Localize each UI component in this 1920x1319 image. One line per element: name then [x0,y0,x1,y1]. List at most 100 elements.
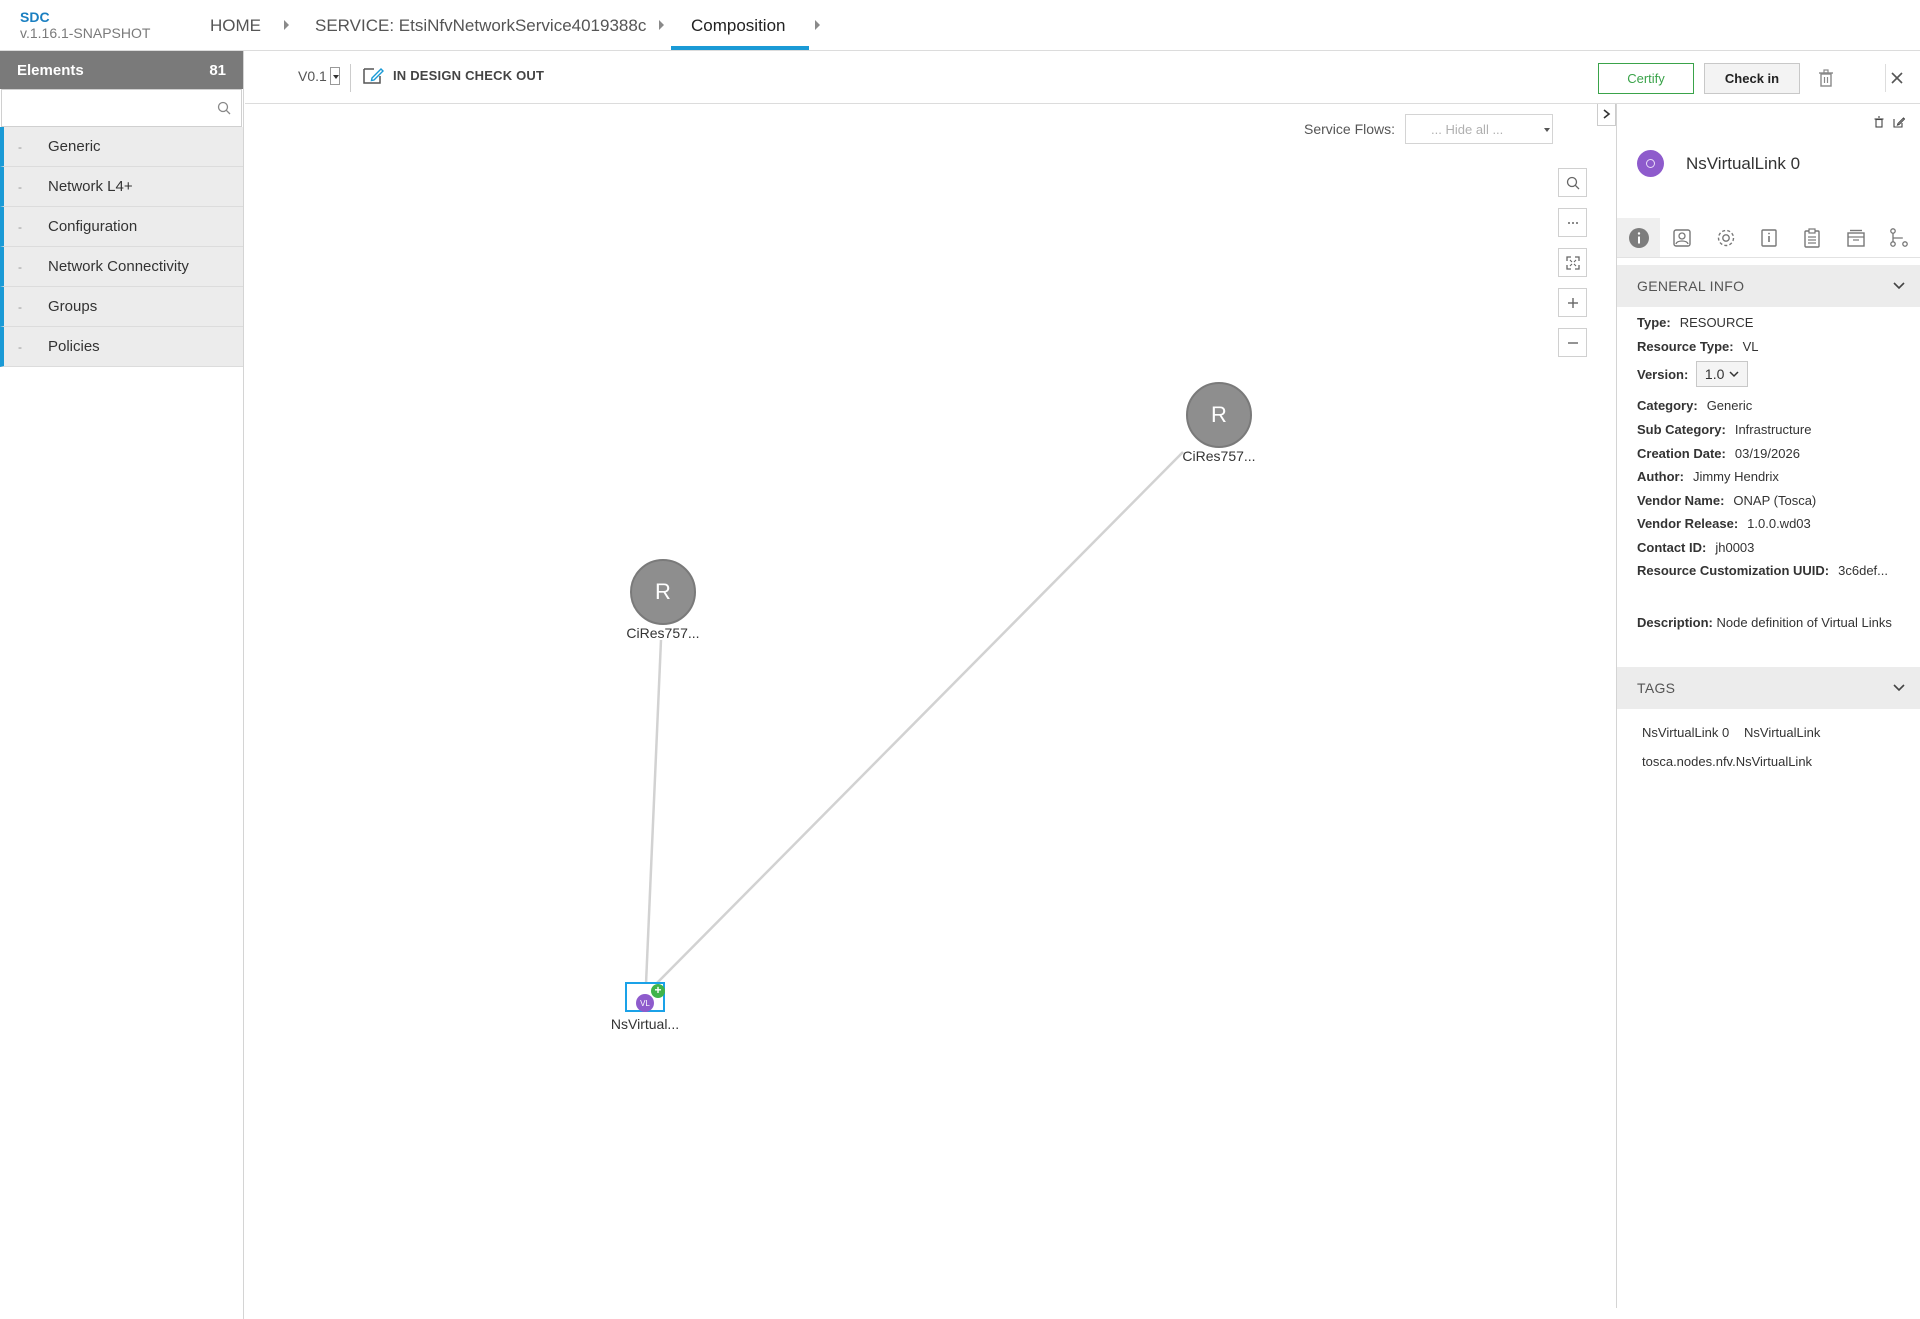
chevron-down-icon [329,67,340,85]
breadcrumb-composition[interactable]: Composition [691,0,786,51]
tab-requirements[interactable] [1791,218,1834,257]
general-info-section-header[interactable]: GENERAL INFO [1617,265,1920,307]
palette-search-input[interactable] [2,90,241,126]
tab-properties[interactable] [1704,218,1747,257]
elements-palette: Elements 81 - Generic - Network L4+ - Co… [0,51,244,1319]
palette-category-configuration[interactable]: - Configuration [0,207,243,247]
breadcrumb-arrow-icon[interactable] [284,20,289,30]
palette-category-groups[interactable]: - Groups [0,287,243,327]
chevron-down-icon [1893,282,1905,290]
search-icon [1566,176,1579,189]
info-label: Resource Type: [1637,339,1734,354]
collapse-panel-button[interactable] [1597,104,1616,126]
version-value: V0.1 [298,68,327,84]
info-row-category: Category: Generic [1637,398,1752,413]
category-collapse-dash: - [18,139,22,154]
info-row-contact-id: Contact ID: jh0003 [1637,540,1754,555]
settings-icon [1717,229,1734,246]
trash-icon[interactable] [1816,68,1836,88]
info-value: jh0003 [1715,540,1755,555]
chevron-down-icon [1729,370,1739,377]
info-label: Version: [1637,367,1689,382]
composition-canvas[interactable]: Service Flows: ... Hide all ... R CiRes7… [245,104,1616,1308]
breadcrumb-home[interactable]: HOME [210,0,261,51]
palette-category-network-l4[interactable]: - Network L4+ [0,167,243,207]
service-flows-select[interactable]: ... Hide all ... [1405,114,1554,144]
active-tab-indicator [671,46,809,50]
palette-category-policies[interactable]: - Policies [0,327,243,367]
chevron-down-icon [1893,684,1905,692]
category-collapse-dash: - [18,179,22,194]
virtual-link-node-label[interactable]: NsVirtual... [595,1016,695,1032]
fit-to-screen-button[interactable] [1558,248,1587,277]
status-text: IN DESIGN CHECK OUT [393,67,545,83]
brand[interactable]: SDC v.1.16.1-SNAPSHOT [20,9,150,41]
check-in-button[interactable]: Check in [1704,63,1800,94]
tag-item: tosca.nodes.nfv.NsVirtualLink [1642,754,1813,769]
add-relation-icon[interactable]: + [651,984,665,998]
search-icon[interactable] [217,101,231,115]
tab-details[interactable] [1747,218,1790,257]
tab-relations[interactable] [1878,218,1920,257]
tab-artifacts[interactable] [1834,218,1877,257]
zoom-in-button[interactable] [1558,288,1587,317]
palette-count: 81 [209,61,226,79]
version-dropdown[interactable]: 1.0 [1695,361,1749,387]
resource-node[interactable]: R [1186,382,1252,448]
version-dropdown-value: 1.0 [1704,366,1725,382]
info-value: Infrastructure [1734,422,1812,437]
artifacts-icon [1847,229,1865,247]
category-collapse-dash: - [18,339,22,354]
info-label: Category: [1637,398,1698,413]
info-value: RESOURCE [1679,315,1754,330]
chevron-right-icon [1603,109,1611,119]
version-select[interactable]: V0.1 [298,67,340,85]
resource-node[interactable]: R [630,559,696,625]
tags-section-header[interactable]: TAGS [1617,667,1920,709]
section-title: TAGS [1637,680,1676,696]
info-row-vendor-release: Vendor Release: 1.0.0.wd03 [1637,516,1811,531]
info-label: Creation Date: [1637,446,1726,461]
brand-version: v.1.16.1-SNAPSHOT [20,25,151,41]
resource-node-label[interactable]: CiRes757... [1169,448,1269,464]
resource-node-label[interactable]: CiRes757... [613,625,713,641]
clipboard-icon [1804,227,1821,248]
palette-category-network-connectivity[interactable]: - Network Connectivity [0,247,243,287]
relation-line[interactable] [644,639,663,985]
zoom-out-button[interactable] [1558,328,1587,357]
canvas-search-button[interactable] [1558,168,1587,197]
info-value: Generic [1706,398,1753,413]
palette-header: Elements 81 [0,51,243,89]
info-label: Description: [1637,615,1713,630]
info-value: 1.0.0.wd03 [1747,516,1811,531]
relation-line[interactable] [655,451,1184,985]
tab-general-info[interactable] [1617,218,1661,257]
toolbar-divider [1885,64,1886,92]
certify-button[interactable]: Certify [1598,63,1694,94]
info-label: Vendor Release: [1637,516,1739,531]
info-row-version: Version: 1.0 [1637,361,1749,387]
details-icon [1761,228,1777,247]
breadcrumb-arrow-icon[interactable] [815,20,820,30]
edit-icon[interactable] [1893,116,1905,128]
brand-name[interactable]: SDC [20,9,150,25]
category-collapse-dash: - [18,219,22,234]
category-collapse-dash: - [18,299,22,314]
zoom-out-icon [1567,341,1578,344]
palette-category-generic[interactable]: - Generic [0,127,243,167]
info-row-description: Description: Node definition of Virtual … [1637,613,1907,632]
tag-item: NsVirtualLink 0 [1642,725,1730,740]
virtual-link-icon [1637,150,1664,177]
composition-toolbar: V0.1 IN DESIGN CHECK OUT Certify Check i… [245,52,1920,104]
info-value: ONAP (Tosca) [1733,493,1817,508]
virtual-link-node[interactable]: VL + [625,982,665,1012]
tab-composition[interactable] [1660,218,1703,257]
breadcrumb-service[interactable]: SERVICE: EtsiNfvNetworkService4019388c [315,0,646,51]
breadcrumb-arrow-icon[interactable] [659,20,664,30]
info-label: Author: [1637,469,1684,484]
close-icon[interactable] [1887,68,1907,88]
info-row-resource-type: Resource Type: VL [1637,339,1758,354]
trash-icon[interactable] [1873,116,1885,128]
info-row-customization-uuid: Resource Customization UUID: 3c6def... [1637,563,1888,578]
canvas-more-button[interactable] [1558,208,1587,237]
